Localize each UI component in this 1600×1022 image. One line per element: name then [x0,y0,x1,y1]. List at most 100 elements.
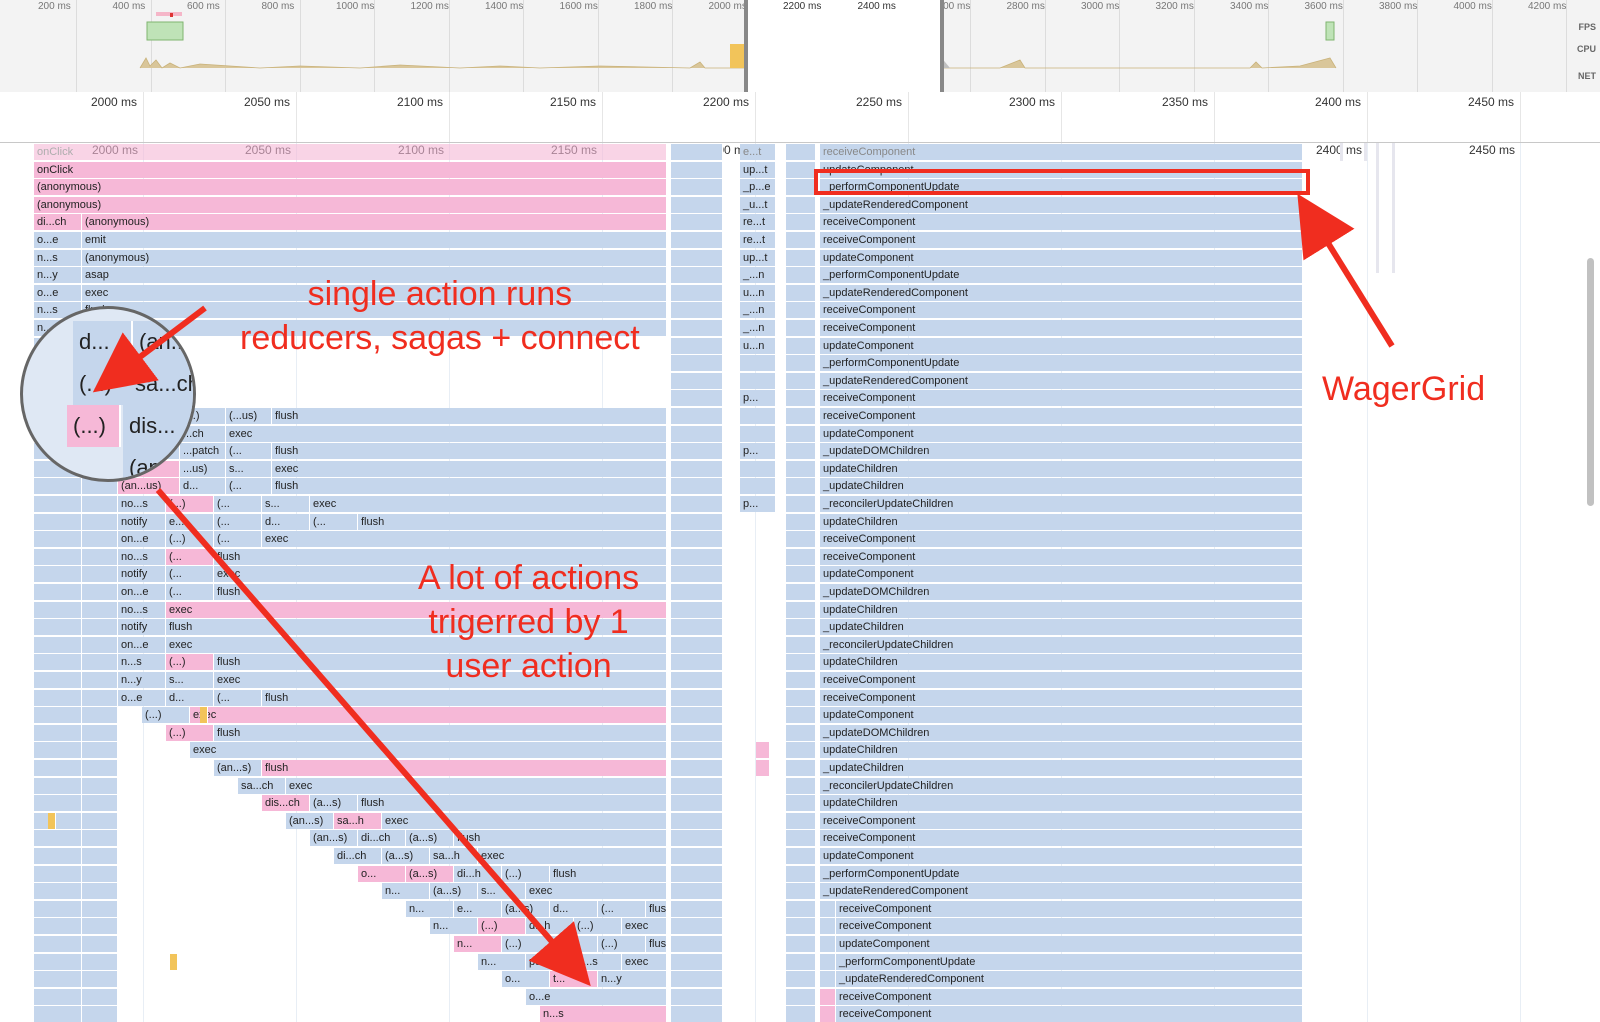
call-frame-filler[interactable] [34,971,82,988]
call-frame-filler[interactable] [786,988,816,1005]
call-frame[interactable]: (a...s) [502,900,550,917]
call-frame[interactable]: (... [214,531,262,548]
call-frame-right[interactable]: updateComponent [820,566,1303,583]
call-frame-right[interactable]: updateComponent [820,337,1303,354]
call-frame-left[interactable]: n...y [34,267,82,284]
call-frame-filler[interactable] [34,619,82,636]
call-frame-filler[interactable] [34,918,82,935]
call-frame[interactable]: notify [118,513,166,530]
call-frame[interactable]: (... [166,566,214,583]
call-frame-filler[interactable] [786,372,816,389]
timeline-overview[interactable]: 200 ms 400 ms 600 ms 800 ms 1000 ms 1200 ms 14… [0,0,1600,93]
call-frame[interactable]: flush [646,900,667,917]
call-frame[interactable]: (an...us) [118,478,180,495]
call-frame-filler[interactable] [82,654,118,671]
call-frame[interactable]: o... [358,865,406,882]
overview-selection-window[interactable] [744,0,944,92]
call-frame-middle[interactable]: up...t [740,249,776,266]
call-frame-filler[interactable] [82,689,118,706]
call-frame-filler[interactable] [82,566,118,583]
call-frame-filler[interactable] [786,1006,816,1022]
call-frame-left[interactable]: n...s [34,249,82,266]
call-frame-filler[interactable] [82,830,118,847]
call-frame[interactable]: o...e [550,936,598,952]
call-frame-left[interactable]: onClick [34,144,667,160]
call-frame-filler[interactable] [671,232,723,248]
call-frame[interactable]: (... [214,496,262,512]
call-frame-filler[interactable] [671,689,723,706]
call-frame-filler[interactable] [671,971,723,988]
call-frame-filler[interactable] [82,531,118,548]
call-frame-filler[interactable] [786,196,816,213]
call-frame-filler[interactable] [34,584,82,600]
call-frame-left[interactable]: (anonymous) [34,179,667,196]
call-frame-filler[interactable] [786,742,816,759]
call-frame[interactable]: flush [646,936,667,952]
call-frame[interactable]: s... [478,883,526,900]
call-frame[interactable]: (... [214,689,262,706]
call-frame-filler[interactable] [820,971,836,988]
call-frame-filler[interactable] [671,267,723,284]
call-frame[interactable]: di...ch [358,830,406,847]
call-frame-filler[interactable] [34,566,82,583]
call-frame-filler[interactable] [671,372,723,389]
call-frame-filler[interactable] [786,267,816,284]
call-frame-filler[interactable] [671,337,723,354]
call-frame-filler[interactable] [82,724,118,741]
call-frame-filler[interactable] [671,936,723,952]
call-frame-right[interactable]: updateChildren [820,742,1303,759]
call-frame-left[interactable]: di...ch [34,214,82,231]
call-frame-filler[interactable] [671,777,723,794]
call-frame-filler[interactable] [671,848,723,864]
call-frame-filler[interactable] [34,742,82,759]
call-frame-filler[interactable] [82,971,118,988]
call-frame-filler[interactable] [786,548,816,565]
call-frame[interactable]: t... [550,971,598,988]
call-frame[interactable]: (... [226,478,272,495]
call-frame[interactable]: (... [598,900,646,917]
call-frame-filler[interactable] [34,936,82,952]
call-frame-right[interactable]: receiveComponent [820,672,1303,688]
call-frame-filler[interactable] [82,742,118,759]
call-frame-filler[interactable] [786,144,816,160]
call-frame[interactable]: d... [550,900,598,917]
call-frame-left[interactable]: (anonymous) [34,196,667,213]
call-frame[interactable]: exec [310,496,667,512]
call-frame-right[interactable]: _reconcilerUpdateChildren [820,496,1303,512]
call-frame[interactable]: flush [272,443,667,460]
call-frame-right[interactable]: _reconcilerUpdateChildren [820,636,1303,653]
call-frame-right[interactable]: receiveComponent [836,900,1303,917]
call-frame-filler[interactable] [671,707,723,724]
call-frame[interactable]: (an...s) [286,812,334,829]
call-frame-filler[interactable] [82,883,118,900]
call-frame-filler[interactable] [34,1006,82,1022]
call-frame[interactable]: flush [358,513,667,530]
call-frame[interactable]: (... [226,443,272,460]
call-frame-filler[interactable] [82,918,118,935]
call-frame-filler[interactable] [671,548,723,565]
call-frame-filler[interactable] [82,988,118,1005]
call-frame[interactable]: notify [118,619,166,636]
call-frame-filler[interactable] [34,672,82,688]
call-frame[interactable]: on...e [118,636,166,653]
call-frame[interactable]: di...h [454,865,502,882]
call-frame[interactable]: e...t [166,513,214,530]
call-frame-filler[interactable] [786,355,816,372]
call-frame[interactable]: n... [478,953,526,970]
call-frame-filler[interactable] [34,900,82,917]
call-frame-filler[interactable] [671,988,723,1005]
call-frame-filler[interactable] [82,936,118,952]
call-frame[interactable]: (... [310,513,358,530]
call-frame[interactable]: exec [622,953,667,970]
call-frame-filler[interactable] [671,619,723,636]
call-frame[interactable]: dis...ch [262,795,310,812]
call-frame[interactable]: exec [226,425,667,442]
call-frame[interactable]: exec [272,460,667,477]
call-frame-filler[interactable] [820,988,836,1005]
call-frame[interactable]: (...) [166,531,214,548]
call-frame-right[interactable]: receiveComponent [820,320,1303,336]
call-frame[interactable]: s... [166,672,214,688]
call-frame[interactable]: flush [550,865,667,882]
call-frame-middle[interactable]: re...t [740,232,776,248]
call-frame-filler[interactable] [34,689,82,706]
